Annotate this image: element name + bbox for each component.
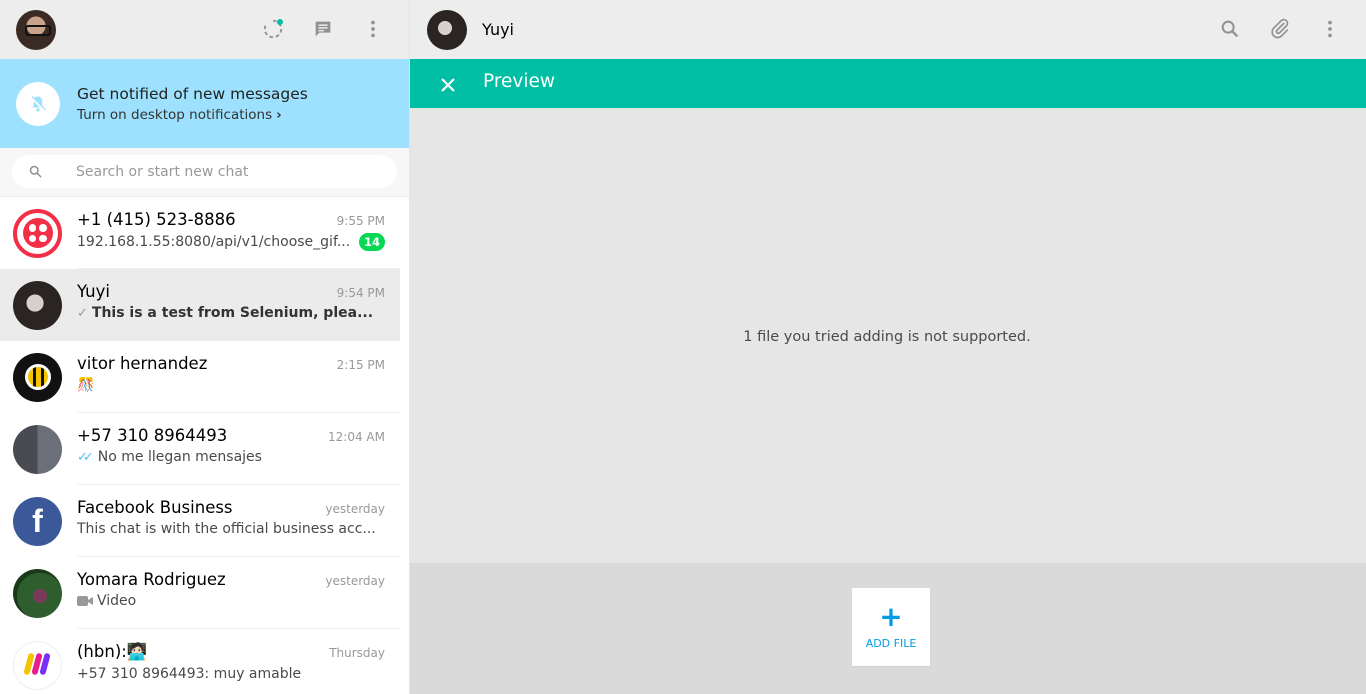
add-file-button[interactable]: + ADD FILE [852,588,930,666]
chat-item[interactable]: +1 (415) 523-8886 9:55 PM 192.168.1.55:8… [0,197,400,269]
bell-off-icon [16,81,60,126]
status-unread-dot [277,19,283,25]
notification-subtitle: Turn on desktop notifications [77,106,273,123]
contact-avatar [13,352,62,402]
notification-link[interactable]: Turn on desktop notifications › [77,107,308,123]
notification-text: Get notified of new messages Turn on des… [77,85,308,123]
chat-name: (hbn):🧑🏻‍💻 [77,642,148,661]
add-file-label: ADD FILE [865,636,917,650]
chat-item-body: Yomara Rodriguez yesterday Video [77,557,400,629]
chat-name: +1 (415) 523-8886 [77,210,236,229]
chat-item-body: (hbn):🧑🏻‍💻 Thursday +57 310 8964493: muy… [77,629,400,694]
conversation-pane: Yuyi Preview 1 file you tried adding is … [410,0,1366,694]
video-camera-icon [77,596,93,606]
chat-name: +57 310 8964493 [77,426,228,445]
status-icon[interactable] [261,17,285,41]
contact-avatar [13,208,62,258]
contact-avatar[interactable] [427,9,467,50]
chat-item[interactable]: f Facebook Business yesterday This chat … [0,485,400,557]
chat-list: +1 (415) 523-8886 9:55 PM 192.168.1.55:8… [0,197,400,694]
chat-last-message: +57 310 8964493: muy amable [77,666,302,682]
chat-last-message: No me llegan mensajes [97,449,262,465]
chat-name: vitor hernandez [77,354,208,373]
paperclip-icon[interactable] [1268,17,1292,41]
chat-time: 9:55 PM [336,214,385,228]
chat-name: Yuyi [77,282,110,301]
contact-avatar [13,640,62,690]
chat-time: Thursday [329,646,385,660]
chat-item[interactable]: Yuyi 9:54 PM ✓ This is a test from Selen… [0,269,400,341]
chat-item[interactable]: +57 310 8964493 12:04 AM ✓✓ No me llegan… [0,413,400,485]
hbn-logo-icon [23,653,50,675]
attachment-tray: + ADD FILE [410,563,1366,694]
chat-item-body: +1 (415) 523-8886 9:55 PM 192.168.1.55:8… [77,197,400,269]
chat-item[interactable]: Yomara Rodriguez yesterday Video [0,557,400,629]
chat-item-body: Yuyi 9:54 PM ✓ This is a test from Selen… [77,269,400,341]
twilio-logo-icon [22,218,53,248]
bee-logo-icon [24,364,51,390]
search-icon [29,165,42,178]
chat-last-message: This is a test from Selenium, plea... [91,305,374,321]
preview-title: Preview [483,71,556,92]
chat-time: 2:15 PM [336,358,385,372]
notification-banner[interactable]: Get notified of new messages Turn on des… [0,59,409,148]
chat-item-body: Facebook Business yesterday This chat is… [77,485,400,557]
search-box[interactable] [12,155,397,188]
chat-time: 12:04 AM [328,430,385,444]
chat-time: yesterday [325,502,385,516]
notification-title: Get notified of new messages [77,84,308,103]
preview-area: 1 file you tried adding is not supported… [410,108,1366,563]
contact-name: Yuyi [482,20,514,39]
chat-time: yesterday [325,574,385,588]
menu-icon[interactable] [1318,17,1342,41]
chat-name: Facebook Business [77,498,233,517]
chat-item[interactable]: (hbn):🧑🏻‍💻 Thursday +57 310 8964493: muy… [0,629,400,694]
chat-last-message: Video [97,593,137,609]
preview-header: Preview [410,59,1366,108]
conversation-header[interactable]: Yuyi [410,0,1366,59]
chat-item[interactable]: vitor hernandez 2:15 PM 🎊 [0,341,400,413]
my-profile-avatar[interactable] [16,9,56,50]
chat-item-body: +57 310 8964493 12:04 AM ✓✓ No me llegan… [77,413,400,485]
sidebar-header-actions [261,17,385,41]
unsupported-file-message: 1 file you tried adding is not supported… [743,329,1031,345]
chat-item-body: vitor hernandez 2:15 PM 🎊 [77,341,400,413]
chat-name: Yomara Rodriguez [77,570,226,589]
contact-avatar [13,280,62,330]
facebook-logo-icon: f [13,496,62,546]
unread-badge: 14 [358,233,385,251]
search-input[interactable] [76,163,356,180]
chat-last-message: 192.168.1.55:8080/api/v1/choose_gif... [77,234,351,250]
close-icon[interactable] [436,73,460,97]
double-check-icon: ✓✓ [77,449,94,465]
chat-last-message: This chat is with the official business … [77,521,376,537]
chat-last-message: 🎊 [77,377,95,393]
sidebar: Get notified of new messages Turn on des… [0,0,410,694]
contact-avatar [13,568,62,618]
plus-icon: + [879,599,903,633]
whatsapp-web-app: Get notified of new messages Turn on des… [0,0,1366,694]
single-check-icon: ✓ [77,305,88,321]
chevron-right-icon: › [276,106,282,123]
menu-icon[interactable] [361,17,385,41]
conversation-header-actions [1218,17,1342,41]
new-chat-icon[interactable] [311,17,335,41]
sidebar-header [0,0,409,59]
search-icon[interactable] [1218,17,1242,41]
chat-time: 9:54 PM [336,286,385,300]
contact-avatar [13,424,62,474]
search-bar [0,148,409,197]
